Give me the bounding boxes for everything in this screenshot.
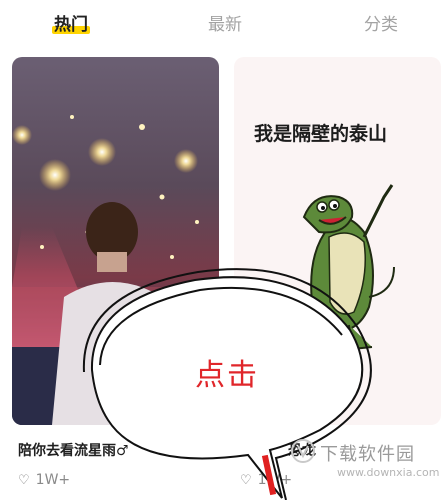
watermark-logo-icon (291, 439, 315, 463)
speech-bubble-overlay (82, 268, 372, 500)
watermark-url: www.downxia.com (337, 466, 440, 479)
watermark-title: 下载软件园 (320, 444, 415, 465)
overlay-click-text: 点击 (195, 358, 259, 393)
